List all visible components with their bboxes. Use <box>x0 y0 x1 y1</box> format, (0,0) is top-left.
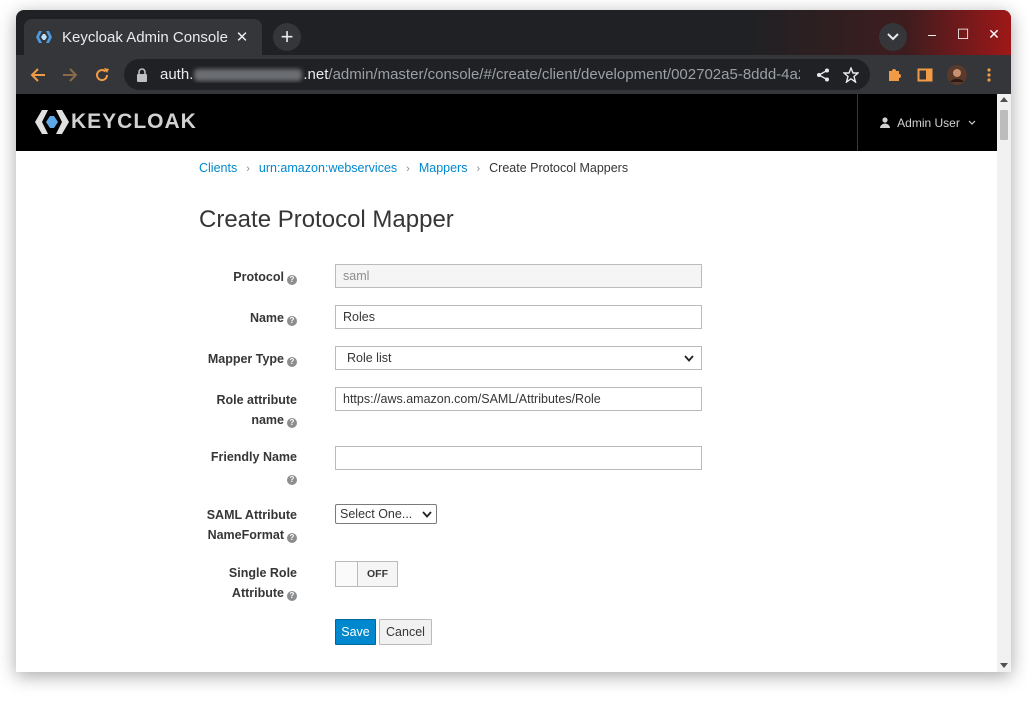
back-button[interactable] <box>26 63 50 87</box>
sidebar-panel-icon <box>917 68 933 82</box>
minimize-button[interactable]: – <box>918 23 946 45</box>
breadcrumb-clients[interactable]: Clients <box>199 161 237 175</box>
name-label: Name? <box>167 308 297 328</box>
new-tab-button[interactable]: + <box>273 23 301 51</box>
logo-text: KEYCLOAK <box>71 110 197 133</box>
keycloak-header: KEYCLOAK Admin User <box>16 94 997 151</box>
keycloak-logo[interactable]: KEYCLOAK <box>35 108 197 136</box>
cancel-button[interactable]: Cancel <box>379 619 432 645</box>
profile-avatar[interactable] <box>945 63 969 87</box>
url-text: auth. .net/admin/master/console/#/create/… <box>160 66 800 83</box>
tab-search-button[interactable] <box>879 23 907 51</box>
redacted-domain <box>194 69 303 82</box>
friendly-name-label-text: Friendly Name <box>210 450 297 464</box>
role-attribute-label-line1: Role attribute <box>216 393 297 407</box>
scroll-up-arrow-icon[interactable] <box>1000 97 1008 102</box>
role-attribute-label-line2: name <box>251 413 284 427</box>
lock-icon <box>136 67 150 82</box>
star-icon[interactable] <box>842 66 860 84</box>
page-scrollbar[interactable] <box>997 94 1011 672</box>
mapper-type-label-text: Mapper Type <box>207 352 284 366</box>
friendly-name-label: Friendly Name? <box>167 447 297 487</box>
saml-nameformat-label-line2: NameFormat <box>207 528 284 542</box>
help-icon[interactable]: ? <box>287 418 297 428</box>
help-icon[interactable]: ? <box>287 357 297 367</box>
browser-menu-button[interactable] <box>977 63 1001 87</box>
arrow-left-icon <box>30 68 45 82</box>
puzzle-icon <box>889 69 901 81</box>
protocol-field: saml <box>335 264 702 288</box>
friendly-name-input[interactable] <box>335 446 702 470</box>
mapper-type-label: Mapper Type? <box>167 349 297 369</box>
forward-button[interactable] <box>58 63 82 87</box>
single-role-label-line1: Single Role <box>228 566 297 580</box>
browser-tab[interactable]: Keycloak Admin Console ✕ <box>24 19 262 55</box>
breadcrumb-current: Create Protocol Mappers <box>489 161 629 175</box>
protocol-label: Protocol? <box>167 267 297 287</box>
tab-strip: Keycloak Admin Console ✕ + – ☐ ✕ <box>16 10 1011 55</box>
saml-nameformat-select[interactable]: Select One... <box>335 504 437 524</box>
breadcrumb-mappers[interactable]: Mappers <box>419 161 468 175</box>
breadcrumb-separator: › <box>406 163 410 175</box>
single-role-label-line2: Attribute <box>231 586 284 600</box>
maximize-button[interactable]: ☐ <box>949 23 977 45</box>
browser-window: Keycloak Admin Console ✕ + – ☐ ✕ auth. .n… <box>16 10 1011 672</box>
url-path: /admin/master/console/#/create/client/de… <box>328 66 800 83</box>
page-title: Create Protocol Mapper <box>199 206 454 233</box>
keycloak-favicon-icon <box>36 29 52 45</box>
mapper-type-value: Role list <box>347 351 392 365</box>
saml-nameformat-value: Select One... <box>340 507 413 521</box>
url-host-suffix: .net <box>303 66 329 83</box>
help-icon[interactable]: ? <box>287 275 297 285</box>
chevron-down-icon <box>968 120 976 125</box>
keycloak-logo-icon <box>35 110 69 134</box>
extensions-button[interactable] <box>882 63 906 87</box>
browser-toolbar: auth. .net/admin/master/console/#/create/… <box>16 55 1011 94</box>
breadcrumb-separator: › <box>246 163 250 175</box>
arrow-right-icon <box>63 68 78 82</box>
url-host-prefix: auth. <box>160 66 194 83</box>
mapper-type-select[interactable]: Role list <box>335 346 702 370</box>
chevron-down-icon <box>684 353 694 363</box>
user-menu[interactable]: Admin User <box>857 94 998 151</box>
role-attribute-input[interactable]: https://aws.amazon.com/SAML/Attributes/R… <box>335 387 702 411</box>
protocol-label-text: Protocol <box>233 270 284 284</box>
help-icon[interactable]: ? <box>287 591 297 601</box>
help-icon[interactable]: ? <box>287 316 297 326</box>
breadcrumb-client[interactable]: urn:amazon:webservices <box>259 161 397 175</box>
tab-title: Keycloak Admin Console <box>62 28 228 46</box>
kebab-menu-icon <box>987 68 991 82</box>
single-role-label: Single Role Attribute? <box>167 563 297 603</box>
reload-button[interactable] <box>90 63 114 87</box>
toggle-state: OFF <box>367 568 388 580</box>
address-bar[interactable]: auth. .net/admin/master/console/#/create/… <box>124 59 870 90</box>
user-name: Admin User <box>897 115 960 130</box>
tab-close-icon[interactable]: ✕ <box>234 28 250 46</box>
name-label-text: Name <box>249 311 284 325</box>
save-button[interactable]: Save <box>335 619 376 645</box>
scroll-down-arrow-icon[interactable] <box>1000 663 1008 668</box>
breadcrumb: Clients › urn:amazon:webservices › Mappers › C… <box>199 161 628 175</box>
main-content: Clients › urn:amazon:webservices › Mappers › C… <box>16 151 997 672</box>
help-icon[interactable]: ? <box>287 533 297 543</box>
chevron-down-icon <box>422 509 432 519</box>
role-attribute-label: Role attribute name? <box>167 390 297 430</box>
name-input[interactable]: Roles <box>335 305 702 329</box>
reload-icon <box>96 68 109 82</box>
scroll-thumb[interactable] <box>1000 110 1008 140</box>
close-window-button[interactable]: ✕ <box>980 23 1008 45</box>
reading-list-button[interactable] <box>913 63 937 87</box>
single-role-toggle[interactable]: OFF <box>335 561 398 587</box>
saml-nameformat-label: SAML Attribute NameFormat? <box>167 505 297 545</box>
breadcrumb-separator: › <box>476 163 481 175</box>
chevron-down-icon <box>887 33 899 41</box>
share-icon[interactable] <box>814 66 832 84</box>
avatar-icon <box>947 65 967 85</box>
toggle-handle <box>336 562 358 586</box>
user-icon <box>880 117 891 128</box>
saml-nameformat-label-line1: SAML Attribute <box>206 508 297 522</box>
help-icon[interactable]: ? <box>287 475 297 485</box>
